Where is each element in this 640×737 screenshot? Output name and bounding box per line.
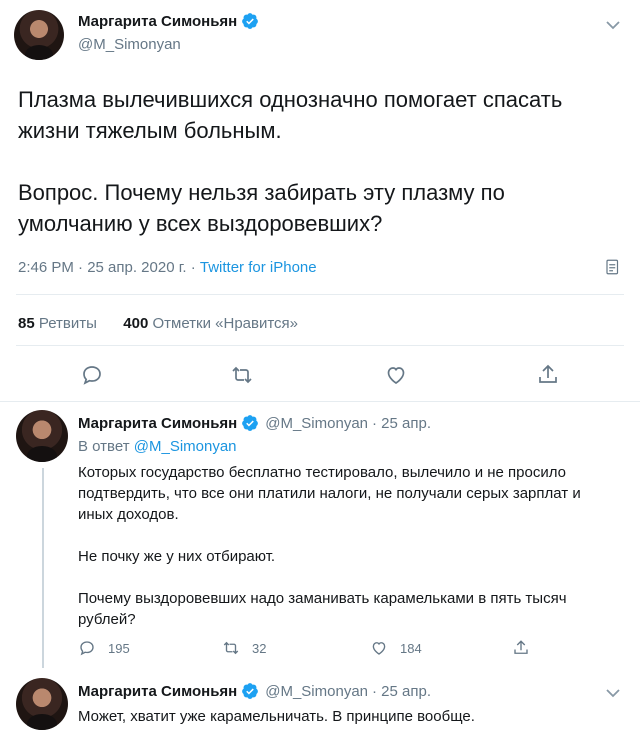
reply-icon[interactable]: [78, 639, 96, 657]
divider: [16, 294, 624, 295]
reply-text: Которых государство бесплатно тестировал…: [78, 464, 581, 628]
retweet-count[interactable]: 85: [18, 315, 35, 332]
reply-tweet[interactable]: Маргарита Симоньян @M_Simonyan · 25 апр.…: [0, 402, 640, 672]
reply-to-prefix: В ответ: [78, 438, 134, 455]
verified-badge-icon: [242, 415, 259, 431]
author-display-name[interactable]: Маргарита Симоньян: [78, 13, 237, 30]
retweet-action[interactable]: 32: [222, 639, 266, 657]
reply-count: 195: [108, 640, 130, 656]
reply-handle[interactable]: @M_Simonyan: [265, 415, 368, 432]
reply-icon[interactable]: [80, 363, 104, 387]
reply-date[interactable]: · 25 апр.: [372, 683, 431, 700]
reply-text: Может, хватит уже карамельничать. В прин…: [78, 708, 475, 725]
reply-date[interactable]: · 25 апр.: [372, 415, 431, 432]
divider: [16, 345, 624, 346]
analytics-icon[interactable]: [604, 258, 622, 276]
chevron-down-icon[interactable]: [606, 688, 620, 698]
retweet-count: 32: [252, 640, 267, 656]
avatar[interactable]: [14, 10, 64, 60]
reply-display-name[interactable]: Маргарита Симоньян: [78, 683, 237, 700]
thread-connector: [42, 468, 44, 668]
reply-to-mention[interactable]: @M_Simonyan: [134, 438, 237, 455]
chevron-down-icon[interactable]: [606, 20, 620, 30]
verified-badge-icon: [242, 13, 259, 29]
tweet-timestamp: 2:46 PM · 25 апр. 2020 г. · Twitter for …: [18, 259, 317, 276]
tweet-text: Плазма вылечившихся однозначно помогает …: [18, 87, 563, 236]
share-icon[interactable]: [536, 363, 560, 387]
main-tweet: Маргарита Симоньян @M_Simonyan Плазма вы…: [0, 0, 640, 402]
heart-icon[interactable]: [384, 363, 408, 387]
avatar[interactable]: [16, 678, 68, 730]
reply-action[interactable]: 195: [78, 639, 130, 657]
like-count-label[interactable]: Отметки «Нравится»: [152, 315, 298, 332]
reply-author-row: Маргарита Симоньян @M_Simonyan · 25 апр.: [78, 682, 431, 700]
reply-display-name[interactable]: Маргарита Симоньян: [78, 415, 237, 432]
author-handle[interactable]: @M_Simonyan: [78, 36, 181, 53]
author-name-row[interactable]: Маргарита Симоньян: [78, 12, 259, 30]
avatar[interactable]: [16, 410, 68, 462]
tweet-time[interactable]: 2:46 PM · 25 апр. 2020 г. ·: [18, 259, 200, 276]
like-action[interactable]: 184: [370, 639, 422, 657]
reply-tweet[interactable]: Маргарита Симоньян @M_Simonyan · 25 апр.…: [0, 672, 640, 737]
retweet-icon[interactable]: [222, 639, 240, 657]
verified-badge-icon: [242, 683, 259, 699]
reply-context: В ответ @M_Simonyan: [78, 438, 237, 455]
share-action[interactable]: [512, 639, 542, 657]
retweet-icon[interactable]: [230, 363, 254, 387]
reply-handle[interactable]: @M_Simonyan: [265, 683, 368, 700]
retweet-count-label[interactable]: Ретвиты: [39, 315, 97, 332]
like-count[interactable]: 400: [123, 315, 148, 332]
like-count: 184: [400, 640, 422, 656]
share-icon[interactable]: [512, 639, 530, 657]
reply-author-row: Маргарита Симоньян @M_Simonyan · 25 апр.: [78, 414, 431, 432]
tweet-stats: 85 Ретвиты 400 Отметки «Нравится»: [18, 315, 298, 332]
tweet-client-link[interactable]: Twitter for iPhone: [200, 259, 317, 276]
heart-icon[interactable]: [370, 639, 388, 657]
